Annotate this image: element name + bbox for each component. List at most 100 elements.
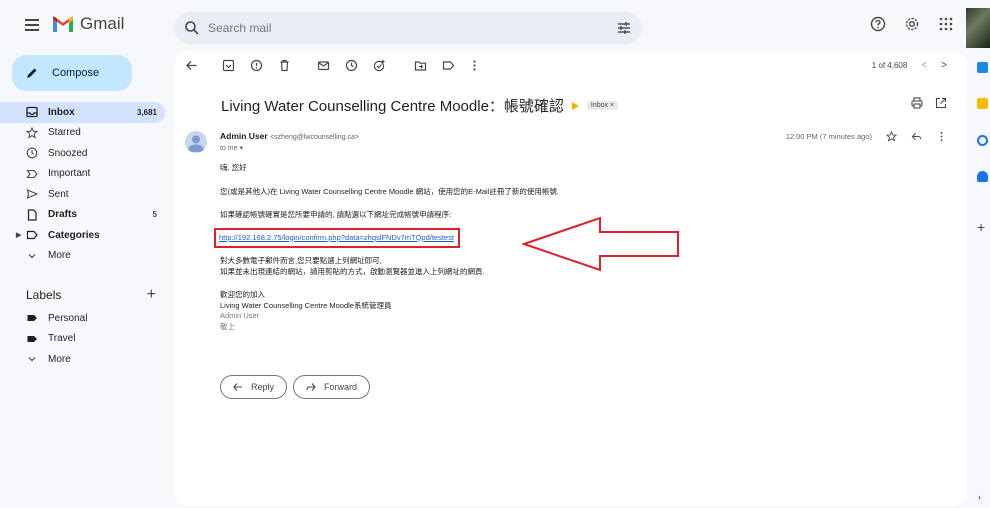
snooze-clock-icon[interactable] (345, 59, 358, 72)
settings-gear-icon[interactable] (904, 16, 920, 32)
add-addon-icon[interactable]: + (977, 220, 988, 234)
inbox-icon (26, 107, 38, 118)
sidebar-item-snoozed[interactable]: Snoozed (0, 143, 165, 164)
account-avatar[interactable] (966, 8, 990, 48)
email-view: 1 of 4,608 < > Living Water Counselling … (174, 51, 967, 506)
label-filled-icon (27, 335, 37, 342)
recipient-details-toggle[interactable]: to me ▾ (220, 144, 243, 152)
create-label-button[interactable]: + (147, 286, 156, 304)
side-panel: + › (970, 50, 990, 508)
email-body: 嗨, 您好 您(或是其他人)在 Living Water Counselling… (214, 163, 780, 332)
body-line-5: 歡迎您的加入 (220, 290, 265, 299)
star-icon[interactable] (886, 131, 897, 142)
top-actions (870, 16, 954, 32)
more-vertical-icon[interactable] (468, 59, 481, 72)
archive-icon[interactable] (222, 59, 235, 72)
annotation-arrow-icon (522, 216, 679, 272)
search-options-icon[interactable] (616, 20, 632, 36)
labels-list: Personal Travel More (0, 308, 165, 370)
search-input[interactable] (208, 21, 616, 35)
sender-avatar[interactable] (185, 131, 207, 153)
body-line-1: 您(或是其他人)在 Living Water Counselling Centr… (220, 186, 559, 196)
sender-name: Admin User (220, 131, 268, 141)
email-toolbar: 1 of 4,608 < > (174, 51, 967, 81)
sidebar-nav: Inbox 3,681 Starred Snoozed Important Se… (0, 102, 165, 266)
star-icon (26, 126, 38, 139)
search-icon[interactable] (184, 20, 200, 36)
sidebar-item-personal[interactable]: Personal (0, 308, 165, 329)
report-spam-icon[interactable] (250, 59, 263, 72)
inbox-label-chip[interactable]: Inbox × (586, 101, 619, 110)
forward-button[interactable]: Forward (293, 375, 371, 399)
top-bar: Gmail (0, 0, 990, 50)
important-icon (26, 169, 38, 178)
move-to-folder-icon[interactable] (414, 59, 427, 72)
show-side-panel-icon[interactable]: › (978, 492, 981, 502)
subject-actions (911, 97, 947, 109)
labels-heading: Labels (26, 288, 62, 302)
pagination-count: 1 of 4,608 (871, 61, 908, 70)
delete-icon[interactable] (278, 59, 291, 72)
send-icon (26, 189, 38, 200)
more-vertical-icon[interactable] (936, 131, 947, 142)
tasks-icon[interactable] (977, 135, 988, 146)
sidebar-item-label: Categories (48, 229, 100, 241)
help-icon[interactable] (870, 16, 886, 32)
label-icon (26, 231, 38, 240)
chevron-down-icon (28, 253, 36, 259)
sidebar-item-label: Snoozed (48, 147, 88, 159)
keep-icon[interactable] (977, 98, 988, 109)
label-icon[interactable] (442, 59, 455, 72)
print-icon[interactable] (911, 97, 923, 109)
labels-header: Labels + (26, 286, 156, 304)
message-meta: 12:00 PM (7 minutes ago) (786, 131, 947, 142)
reply-label: Reply (251, 382, 275, 392)
mark-unread-icon[interactable] (317, 59, 330, 72)
gmail-logo[interactable]: Gmail (52, 14, 124, 34)
older-button[interactable]: > (941, 60, 947, 71)
sidebar-item-label: Important (48, 168, 91, 180)
forward-label: Forward (324, 382, 358, 392)
draft-count: 5 (152, 210, 157, 220)
calendar-icon[interactable] (977, 62, 988, 73)
back-arrow-icon[interactable] (185, 59, 198, 72)
sidebar-item-label: Personal (48, 312, 88, 324)
sidebar-item-label: Inbox (48, 106, 75, 118)
main-menu-button[interactable] (20, 13, 44, 37)
sidebar-item-categories[interactable]: ▶ Categories (0, 225, 165, 246)
reply-icon[interactable] (911, 131, 922, 142)
compose-label: Compose (52, 67, 100, 79)
apps-grid-icon[interactable] (938, 16, 954, 32)
sidebar-item-labels-more[interactable]: More (0, 349, 165, 370)
label-filled-icon (27, 315, 37, 322)
reply-button[interactable]: Reply (220, 375, 288, 399)
sidebar-item-drafts[interactable]: Drafts 5 (0, 205, 165, 226)
newer-button[interactable]: < (921, 60, 927, 71)
body-line-3: 對大多數電子郵件而言,您只要點選上列網址即可, (220, 256, 382, 265)
pagination: 1 of 4,608 < > (872, 60, 947, 71)
person-icon (188, 135, 204, 152)
open-in-new-window-icon[interactable] (935, 97, 947, 109)
add-task-icon[interactable] (373, 59, 386, 72)
forward-icon (306, 383, 316, 391)
compose-button[interactable]: Compose (12, 55, 132, 91)
contacts-icon[interactable] (977, 171, 988, 182)
sender-email: <szheng@lwcounselling.ca> (270, 134, 359, 141)
sidebar-item-sent[interactable]: Sent (0, 184, 165, 205)
message-time: 12:00 PM (7 minutes ago) (785, 132, 872, 141)
sidebar-item-label: Sent (48, 188, 69, 200)
search-bar[interactable] (174, 12, 642, 44)
draft-file-icon (27, 209, 37, 221)
body-line-7: Admin User (220, 311, 260, 320)
sidebar-item-travel[interactable]: Travel (0, 329, 165, 350)
sidebar-item-inbox[interactable]: Inbox 3,681 (0, 102, 165, 123)
chevron-down-icon (28, 357, 36, 362)
expand-caret-icon[interactable]: ▶ (16, 231, 21, 239)
confirmation-link[interactable]: http://192.168.2.75/login/confirm.php?da… (219, 233, 454, 242)
body-line-8: 敬上 (220, 321, 235, 331)
sidebar-item-important[interactable]: Important (0, 164, 165, 185)
sidebar-item-more[interactable]: More (0, 246, 165, 267)
sidebar-item-label: Travel (48, 333, 76, 345)
sidebar-item-starred[interactable]: Starred (0, 123, 165, 144)
important-marker-icon[interactable] (571, 101, 579, 110)
